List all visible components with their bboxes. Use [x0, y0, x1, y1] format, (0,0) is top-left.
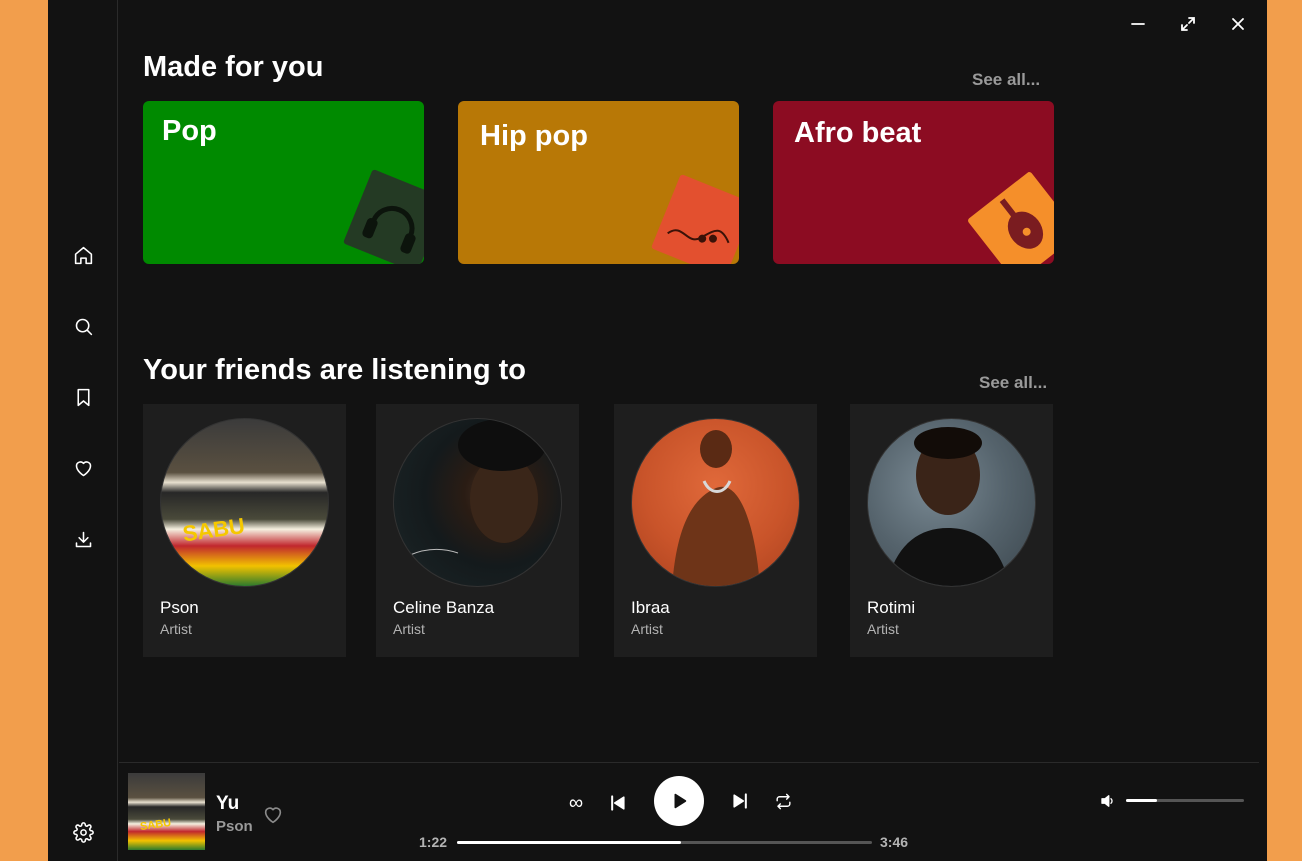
friend-name: Celine Banza — [393, 598, 495, 617]
friend-card-pson[interactable]: SABU Pson Artist — [143, 404, 346, 657]
earphones-art — [650, 173, 739, 264]
next-track-button[interactable] — [728, 788, 752, 814]
made-for-you-heading: Made for you — [143, 51, 324, 83]
volume-slider[interactable] — [1126, 799, 1244, 802]
avatar: SABU — [160, 418, 329, 587]
previous-track-button[interactable] — [606, 790, 630, 816]
maximize-button[interactable] — [1175, 12, 1201, 36]
headphones-art — [342, 168, 424, 264]
friend-role: Artist — [393, 621, 425, 637]
friend-card-ibraa[interactable]: Ibraa Artist — [614, 404, 817, 657]
friend-card-rotimi[interactable]: Rotimi Artist — [850, 404, 1053, 657]
minimize-button[interactable] — [1125, 12, 1151, 36]
track-artist[interactable]: Pson — [216, 818, 253, 835]
progress-fill — [457, 841, 682, 844]
download-icon[interactable] — [68, 524, 98, 554]
made-for-you-see-all-link[interactable]: See all... — [972, 70, 1040, 90]
friends-see-all-link[interactable]: See all... — [979, 373, 1047, 393]
volume-icon[interactable] — [1096, 790, 1120, 812]
svg-text:SABU: SABU — [181, 513, 246, 546]
friend-name: Pson — [160, 598, 199, 617]
track-title[interactable]: Yu — [216, 793, 239, 815]
bookmark-icon[interactable] — [68, 382, 98, 412]
duration-time: 3:46 — [880, 834, 909, 850]
like-heart-icon[interactable] — [260, 803, 286, 827]
genre-card-pop[interactable]: Pop — [143, 101, 424, 264]
gear-icon[interactable] — [68, 817, 98, 847]
album-art[interactable]: SABU — [128, 773, 205, 850]
friend-role: Artist — [867, 621, 899, 637]
play-button[interactable] — [654, 776, 704, 826]
heart-icon[interactable] — [68, 453, 98, 483]
avatar — [631, 418, 800, 587]
guitar-art — [966, 170, 1054, 264]
avatar — [867, 418, 1036, 587]
avatar — [393, 418, 562, 587]
svg-text:SABU: SABU — [139, 817, 172, 833]
progress-bar[interactable] — [457, 841, 872, 844]
genre-label: Hip pop — [480, 120, 588, 152]
close-button[interactable] — [1225, 12, 1251, 36]
app-window: Made for you See all... Pop Hip pop Afro… — [48, 0, 1267, 861]
player-bar: SABU Yu Pson ∞ 1:22 3:46 — [119, 762, 1259, 861]
repeat-icon[interactable] — [771, 789, 795, 813]
friend-card-celine-banza[interactable]: Celine Banza Artist — [376, 404, 579, 657]
friend-name: Rotimi — [867, 598, 916, 617]
friend-role: Artist — [631, 621, 663, 637]
friend-name: Ibraa — [631, 598, 670, 617]
search-icon[interactable] — [68, 311, 98, 341]
sidebar — [48, 0, 118, 861]
genre-card-afro-beat[interactable]: Afro beat — [773, 101, 1054, 264]
genre-label: Pop — [162, 115, 217, 147]
home-icon[interactable] — [68, 240, 98, 270]
friend-role: Artist — [160, 621, 192, 637]
volume-fill — [1126, 799, 1157, 802]
genre-card-hip-pop[interactable]: Hip pop — [458, 101, 739, 264]
infinity-icon[interactable]: ∞ — [565, 792, 587, 814]
friends-heading: Your friends are listening to — [143, 354, 526, 386]
genre-label: Afro beat — [794, 117, 922, 149]
elapsed-time: 1:22 — [419, 834, 448, 850]
